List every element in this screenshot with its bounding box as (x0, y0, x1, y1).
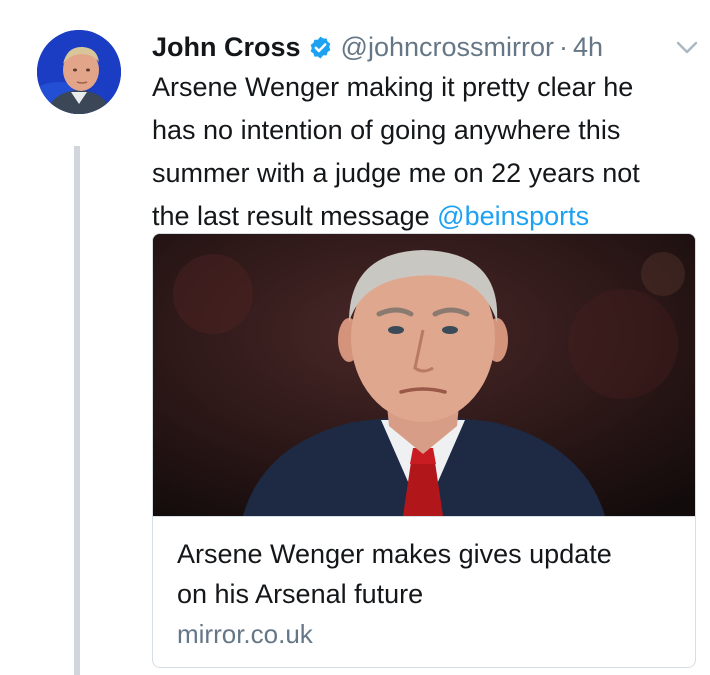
tweet-text-line: the last result message @beinsports (152, 195, 702, 238)
card-title-line: on his Arsenal future (177, 579, 424, 609)
card-photo (153, 234, 695, 516)
mention-link[interactable]: @beinsports (437, 201, 589, 231)
card-divider (153, 516, 695, 517)
tweet-text: Arsene Wenger making it pretty clear he … (152, 66, 702, 238)
tweet-text-line: has no intention of going anywhere this (152, 115, 621, 145)
tweet-text-line: summer with a judge me on 22 years not (152, 158, 640, 188)
card-domain: mirror.co.uk (177, 619, 313, 649)
card-title[interactable]: Arsene Wenger makes gives update on his … (177, 534, 677, 614)
tweet-text-line: Arsene Wenger making it pretty clear he (152, 72, 634, 102)
author-name[interactable]: John Cross (152, 32, 301, 63)
verified-badge-icon (310, 36, 330, 58)
card-image[interactable] (153, 234, 695, 516)
author-handle[interactable]: @johncrossmirror (341, 32, 554, 63)
chevron-down-icon[interactable] (674, 38, 700, 58)
tweet[interactable]: John Cross @johncrossmirror · 4h Arsene … (0, 0, 710, 675)
avatar-photo (37, 30, 121, 114)
tweet-timestamp[interactable]: 4h (573, 32, 603, 63)
card-title-line: Arsene Wenger makes gives update (177, 539, 612, 569)
tweet-text-tail: the last result message (152, 201, 430, 231)
thread-line (74, 146, 80, 675)
separator-dot: · (558, 31, 568, 62)
tweet-header: John Cross @johncrossmirror · 4h (152, 30, 603, 64)
avatar[interactable] (37, 30, 121, 114)
link-card[interactable]: Arsene Wenger makes gives update on his … (152, 233, 696, 668)
